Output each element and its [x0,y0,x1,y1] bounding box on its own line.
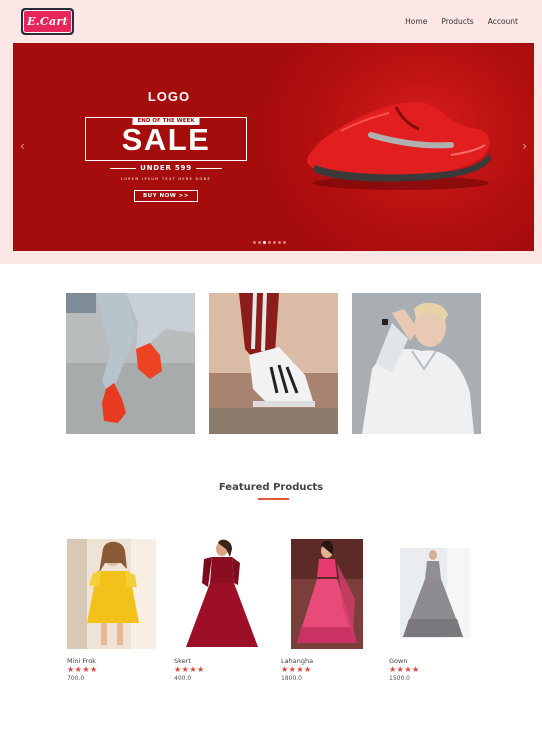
hero-section: E.Cart Home Products Account ‹ › LOGO EN… [0,0,542,264]
product-card[interactable]: Mini Frok ★★★★ 700.0 [67,539,163,682]
product-name: Gown [389,657,408,665]
product-price: 400.0 [174,675,192,682]
product-rating: ★★★★ [174,665,205,674]
product-name: Lahangha [281,657,314,665]
banner-carousel: ‹ › LOGO END OF THE WEEK SALE UNDER 599 … [13,43,534,251]
brand-logo-text: E.Cart [23,10,72,33]
product-price: 700.0 [67,675,85,682]
carousel-dot[interactable] [278,241,281,244]
gallery-photo-hoodie[interactable] [352,293,481,434]
nav-link-account[interactable]: Account [488,17,518,26]
product-image[interactable] [281,539,377,649]
sale-box: END OF THE WEEK SALE [85,117,247,161]
product-card[interactable]: Skert ★★★★ 400.0 [174,539,270,682]
product-name: Mini Frok [67,657,96,665]
promo-subline-text: UNDER 599 [140,164,192,172]
featured-products-title: Featured Products [218,482,324,493]
product-image[interactable] [389,539,485,649]
carousel-next-icon[interactable]: › [522,139,527,153]
product-card[interactable]: Lahangha ★★★★ 1800.0 [281,539,377,682]
product-name: Skert [174,657,191,665]
promo-subline: UNDER 599 [85,164,247,172]
nav-link-products[interactable]: Products [441,17,473,26]
product-price: 1800.0 [281,675,302,682]
red-sneaker-image [307,102,491,190]
carousel-dot[interactable] [253,241,256,244]
carousel-dot-active[interactable] [263,241,266,244]
carousel-prev-icon[interactable]: ‹ [20,139,25,153]
promo-logo-text: LOGO [147,89,191,104]
gallery-photo-jeans-sneakers[interactable] [66,293,195,434]
product-image[interactable] [174,539,270,649]
promo-small-text: LOREM IPSUM TEXT HERE DONE [120,177,212,181]
title-underline [258,498,289,500]
product-card[interactable]: Gown ★★★★ 1500.0 [389,539,485,682]
product-image[interactable] [67,539,163,649]
gallery-photo-striped-sneaker[interactable] [209,293,338,434]
carousel-dot[interactable] [268,241,271,244]
promo-tag: END OF THE WEEK [132,117,200,125]
product-rating: ★★★★ [281,665,312,674]
buy-now-button[interactable]: BUY NOW >> [133,190,199,202]
brand-logo[interactable]: E.Cart [21,8,74,35]
nav-links: Home Products Account [405,17,518,26]
carousel-dot[interactable] [258,241,261,244]
navbar: E.Cart Home Products Account [0,0,542,42]
nav-link-home[interactable]: Home [405,17,427,26]
carousel-indicators [253,241,286,244]
product-rating: ★★★★ [389,665,420,674]
carousel-dot[interactable] [283,241,286,244]
product-price: 1500.0 [389,675,410,682]
product-rating: ★★★★ [67,665,98,674]
sale-promo: LOGO END OF THE WEEK SALE UNDER 599 LORE… [85,89,247,202]
carousel-dot[interactable] [273,241,276,244]
